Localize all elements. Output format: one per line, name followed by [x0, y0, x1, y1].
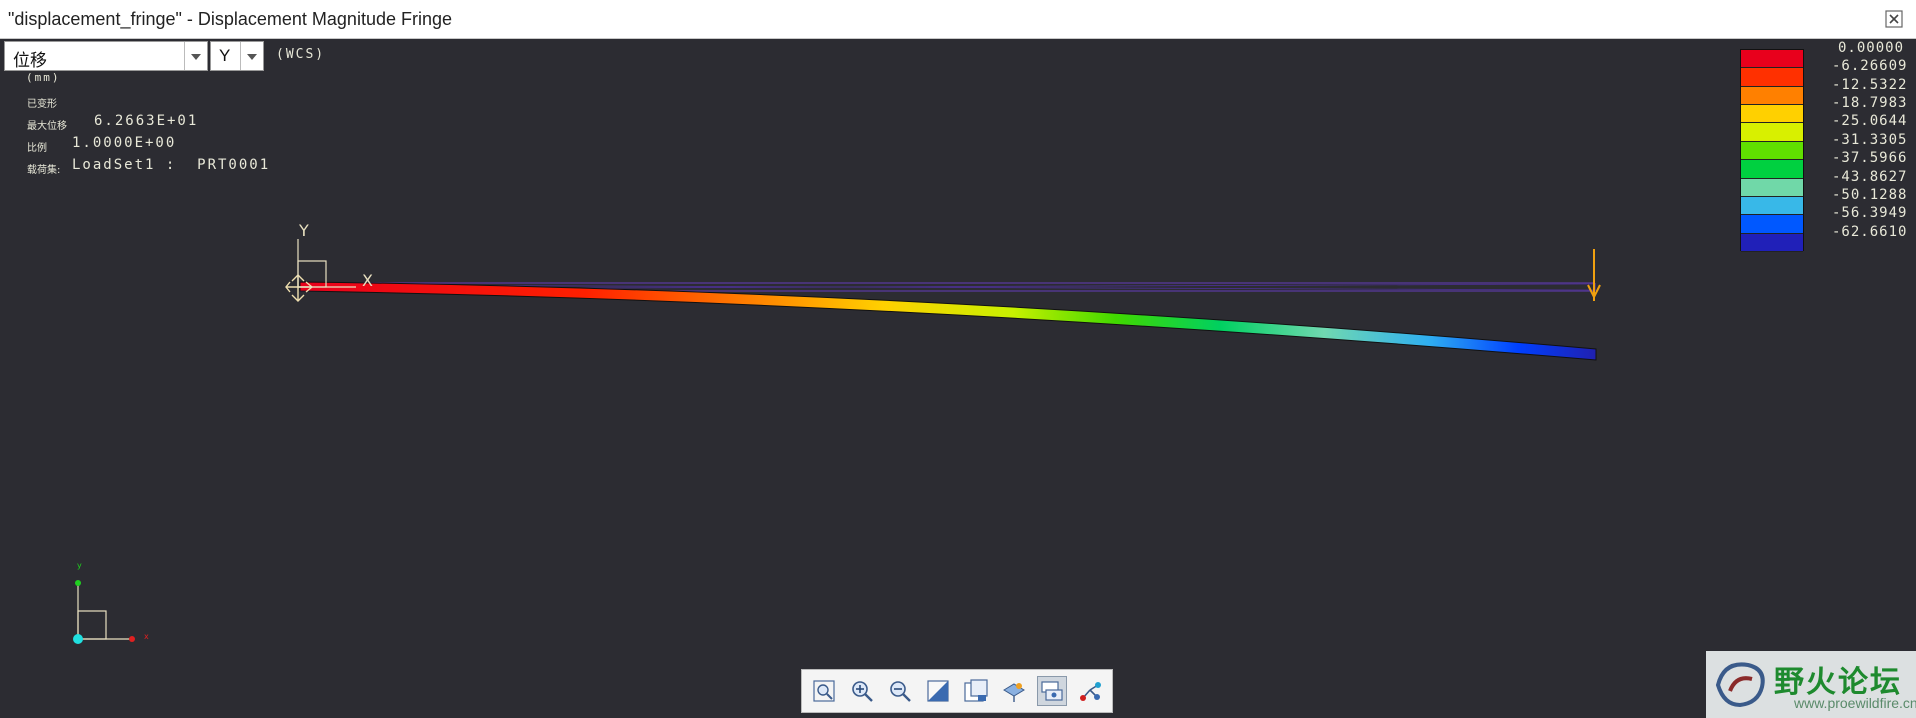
legend-swatch [1741, 123, 1803, 142]
deformed-beam [299, 281, 1597, 361]
legend-value: -31.3305 [1832, 131, 1908, 148]
close-icon [1885, 10, 1903, 28]
legend-swatch [1741, 68, 1803, 87]
legend-swatch [1741, 86, 1803, 106]
zoom-in-icon [852, 681, 873, 702]
legend-value: 0.00000 [1838, 40, 1905, 56]
view-manager-button[interactable] [961, 676, 991, 706]
model-view [73, 239, 1601, 644]
named-view-button[interactable] [999, 676, 1029, 706]
legend-swatch [1741, 196, 1803, 216]
triad-y-label: y [77, 561, 82, 570]
watermark-url: www.proewildfire.cn [1794, 695, 1916, 711]
forum-watermark: 野火论坛 www.proewildfire.cn [1706, 651, 1916, 718]
close-button[interactable] [1884, 9, 1904, 29]
legend-value: -62.6610 [1832, 223, 1908, 240]
legend-swatch [1741, 141, 1803, 161]
title-bar: "displacement_fringe" - Displacement Mag… [0, 0, 1916, 39]
zoom-fit-button[interactable] [809, 676, 839, 706]
zoom-fit-icon [813, 680, 835, 702]
legend-value: -43.8627 [1832, 168, 1908, 185]
spin-center-button[interactable] [1075, 676, 1105, 706]
legend-swatch [1741, 105, 1803, 124]
fringe-legend-bar [1740, 49, 1804, 252]
window-title: "displacement_fringe" - Displacement Mag… [8, 9, 452, 29]
named-view-icon [1003, 683, 1025, 702]
view-toolbar [801, 669, 1113, 713]
wcs-axes [297, 239, 356, 288]
forum-logo-icon [1715, 662, 1765, 708]
legend-value: -56.3949 [1832, 205, 1908, 222]
shade-icon [927, 680, 949, 702]
legend-swatch [1741, 233, 1803, 252]
spin-center-icon [1080, 682, 1101, 701]
result-window: "displacement_fringe" - Displacement Mag… [0, 0, 1916, 718]
legend-value: -37.5966 [1832, 150, 1908, 167]
legend-swatch [1741, 160, 1803, 179]
legend-swatch [1741, 178, 1803, 197]
legend-swatch [1741, 215, 1803, 234]
view-triad [73, 580, 135, 644]
legend-swatch [1741, 50, 1803, 69]
axis-y-label: Y [299, 221, 309, 240]
load-arrow-icon [1587, 249, 1601, 301]
legend-value: -50.1288 [1832, 186, 1908, 203]
legend-value: -6.26609 [1832, 58, 1908, 75]
axis-x-label: X [362, 271, 373, 290]
shade-button[interactable] [923, 676, 953, 706]
display-style-button[interactable] [1037, 676, 1067, 706]
graphics-viewport[interactable]: 位移 Y (WCS) (mm) 已变形 最大位移 6.2663E+01 比例 1… [0, 39, 1916, 718]
zoom-in-button[interactable] [847, 676, 877, 706]
legend-value: -12.5322 [1832, 76, 1908, 93]
legend-value: -25.0644 [1832, 113, 1908, 130]
view-manager-icon [964, 679, 988, 702]
zoom-out-button[interactable] [885, 676, 915, 706]
display-style-icon [1041, 681, 1063, 701]
zoom-out-icon [890, 681, 911, 702]
triad-x-label: x [144, 632, 149, 641]
legend-value: -18.7983 [1832, 95, 1908, 112]
